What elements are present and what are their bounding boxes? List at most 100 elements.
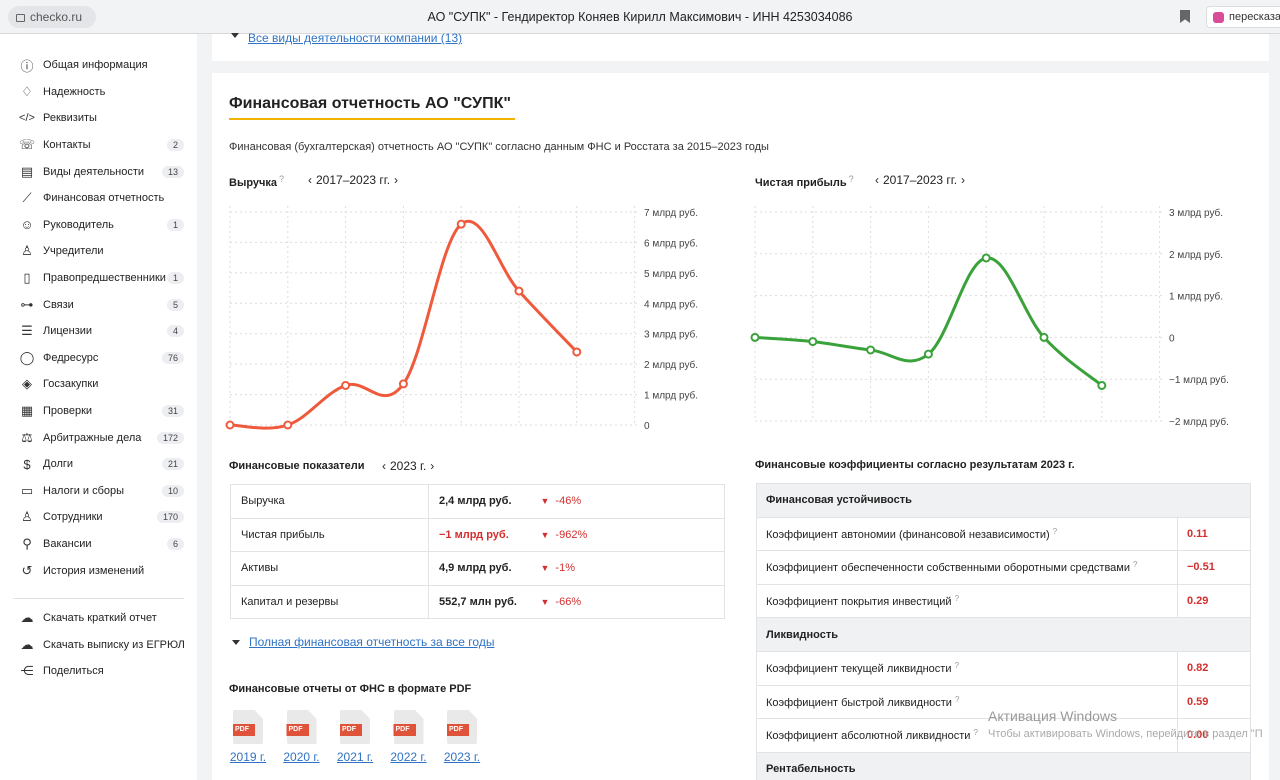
indicators-table: Выручка 2,4 млрд руб. ▼ -46% Чистая прибыль −…	[230, 484, 725, 620]
wallet-icon: ▭	[20, 482, 34, 498]
sidebar-item[interactable]: ⓘ Общая информация	[0, 52, 197, 79]
sidebar-item[interactable]: ▭ Налоги и сборы 10	[0, 478, 197, 505]
sidebar-item[interactable]: ↺ История изменений	[0, 557, 197, 584]
help-icon[interactable]: ?	[1133, 560, 1137, 569]
pdf-badge: PDF	[447, 724, 469, 736]
help-icon[interactable]: ?	[955, 594, 959, 603]
data-point[interactable]	[341, 380, 351, 390]
all-activities-link[interactable]: Все виды деятельности компании (13)	[248, 31, 462, 45]
data-point[interactable]	[750, 332, 760, 342]
chevron-right-icon[interactable]: ›	[961, 173, 965, 187]
ratio-name: Коэффициент быстрой ликвидности	[766, 696, 952, 709]
help-icon[interactable]: ?	[1053, 527, 1057, 536]
indicator-value: 2,4 млрд руб.	[428, 484, 531, 519]
count-badge: 21	[161, 458, 184, 471]
sidebar-item[interactable]: ⟋ Финансовая отчетность	[0, 185, 197, 212]
help-icon[interactable]: ?	[955, 661, 959, 670]
help-icon[interactable]: ?	[973, 728, 977, 737]
pdf-file-icon: PDF	[340, 710, 370, 744]
triangle-down-icon: ▼	[540, 529, 550, 540]
chevron-right-icon[interactable]: ›	[394, 173, 398, 187]
sidebar-action[interactable]: ⋲ Поделиться	[0, 658, 197, 685]
data-point[interactable]	[866, 345, 876, 355]
data-point[interactable]	[514, 286, 524, 296]
table-row: Коэффициент текущей ликвидности? 0.82	[756, 650, 1251, 686]
data-point[interactable]	[398, 379, 408, 389]
sidebar-item[interactable]: ⚖ Арбитражные дела 172	[0, 424, 197, 451]
help-icon[interactable]: ?	[955, 695, 959, 704]
sidebar-item[interactable]: ♢ Надежность	[0, 79, 197, 106]
sidebar-item-label: Связи	[43, 298, 74, 311]
title-underline	[229, 118, 515, 120]
table-row: Выручка 2,4 млрд руб. ▼ -46%	[230, 484, 725, 519]
count-badge: 13	[161, 165, 184, 178]
sidebar-item-label: Налоги и сборы	[43, 484, 125, 497]
data-point[interactable]	[225, 420, 235, 430]
chevron-left-icon[interactable]: ‹	[875, 173, 879, 187]
people-icon: ♙	[21, 243, 33, 259]
y-tick-label: 2 млрд руб.	[644, 359, 698, 371]
sidebar-action[interactable]: ☁ Скачать выписку из ЕГРЮЛ	[0, 631, 197, 658]
pdf-report-link[interactable]: PDF 2019 г.	[228, 710, 268, 764]
sidebar-item[interactable]: ▦ Проверки 31	[0, 398, 197, 425]
x-tick-label: 2017	[222, 197, 242, 199]
y-tick-label: 3 млрд руб.	[644, 329, 698, 341]
sidebar-action[interactable]: ☁ Скачать краткий отчет	[0, 605, 197, 632]
full-report-link[interactable]: Полная финансовая отчетность за все годы	[249, 635, 494, 649]
indicator-name: Активы	[230, 551, 429, 586]
share-icon: ⋲	[20, 663, 34, 679]
sidebar-item[interactable]: ♙ Учредители	[0, 238, 197, 265]
sidebar-item[interactable]: ⚲ Вакансии 6	[0, 531, 197, 558]
ratio-value: −0.51	[1177, 550, 1251, 585]
sidebar-item-label: Правопредшественники	[43, 272, 166, 285]
help-icon[interactable]: ?	[279, 174, 284, 184]
sidebar-item[interactable]: ▯ Правопредшественники 1	[0, 265, 197, 292]
sidebar-item[interactable]: ☏ Контакты 2	[0, 132, 197, 159]
sidebar-item[interactable]: ⊶ Связи 5	[0, 291, 197, 318]
extension-button[interactable]: пересказать	[1206, 6, 1280, 28]
x-tick-label: 2017	[747, 197, 767, 199]
sidebar-item-label: Лицензии	[43, 325, 93, 338]
chevron-right-icon[interactable]: ›	[430, 459, 434, 473]
pdf-year: 2019 г.	[229, 750, 267, 764]
count-badge: 6	[166, 537, 184, 550]
sidebar-item[interactable]: ♙ Сотрудники 170	[0, 504, 197, 531]
sidebar-item[interactable]: ▤ Виды деятельности 13	[0, 158, 197, 185]
data-point[interactable]	[283, 420, 293, 430]
data-point[interactable]	[981, 253, 991, 263]
pdf-report-link[interactable]: PDF 2020 г.	[282, 710, 322, 764]
y-tick-label: 0	[644, 421, 650, 432]
data-point[interactable]	[923, 349, 933, 359]
sidebar-item[interactable]: ☺ Руководитель 1	[0, 212, 197, 239]
data-point[interactable]	[808, 337, 818, 347]
sidebar-item[interactable]: ☰ Лицензии 4	[0, 318, 197, 345]
sidebar-item[interactable]: ◯ Федресурс 76	[0, 345, 197, 372]
data-point[interactable]	[572, 347, 582, 357]
sidebar-item[interactable]: $ Долги 21	[0, 451, 197, 478]
list-icon: ▤	[20, 163, 34, 179]
count-badge: 1	[166, 218, 184, 231]
sidebar-item[interactable]: ◈ Госзакупки	[0, 371, 197, 398]
x-tick-label: 2020	[392, 197, 416, 199]
data-point[interactable]	[456, 219, 466, 229]
layers-icon: ◈	[22, 376, 32, 392]
pdf-report-link[interactable]: PDF 2023 г.	[442, 710, 482, 764]
chevron-left-icon[interactable]: ‹	[382, 459, 386, 473]
code-icon: </>	[19, 112, 35, 125]
activities-card: Все виды деятельности компании (13)	[212, 31, 1269, 61]
y-tick-label: −2 млрд руб.	[1169, 416, 1229, 428]
data-point[interactable]	[1039, 332, 1049, 342]
profit-period-selector: ‹ 2017–2023 гг. ›	[871, 173, 969, 187]
sidebar-action-label: Скачать выписку из ЕГРЮЛ	[43, 638, 185, 651]
sidebar-item[interactable]: </> Реквизиты	[0, 105, 197, 132]
data-point[interactable]	[1097, 380, 1107, 390]
ratio-name-cell: Коэффициент покрытия инвестиций?	[756, 583, 1178, 619]
extension-label: пересказать	[1229, 11, 1280, 23]
pdf-report-link[interactable]: PDF 2021 г.	[335, 710, 375, 764]
chevron-left-icon[interactable]: ‹	[308, 173, 312, 187]
help-icon[interactable]: ?	[849, 174, 854, 184]
sidebar-nav: ⓘ Общая информация ♢ Надежность </> Реквизиты…	[0, 34, 197, 584]
y-tick-label: 1 млрд руб.	[644, 390, 698, 402]
search-icon: ⚲	[22, 535, 32, 551]
pdf-report-link[interactable]: PDF 2022 г.	[389, 710, 429, 764]
